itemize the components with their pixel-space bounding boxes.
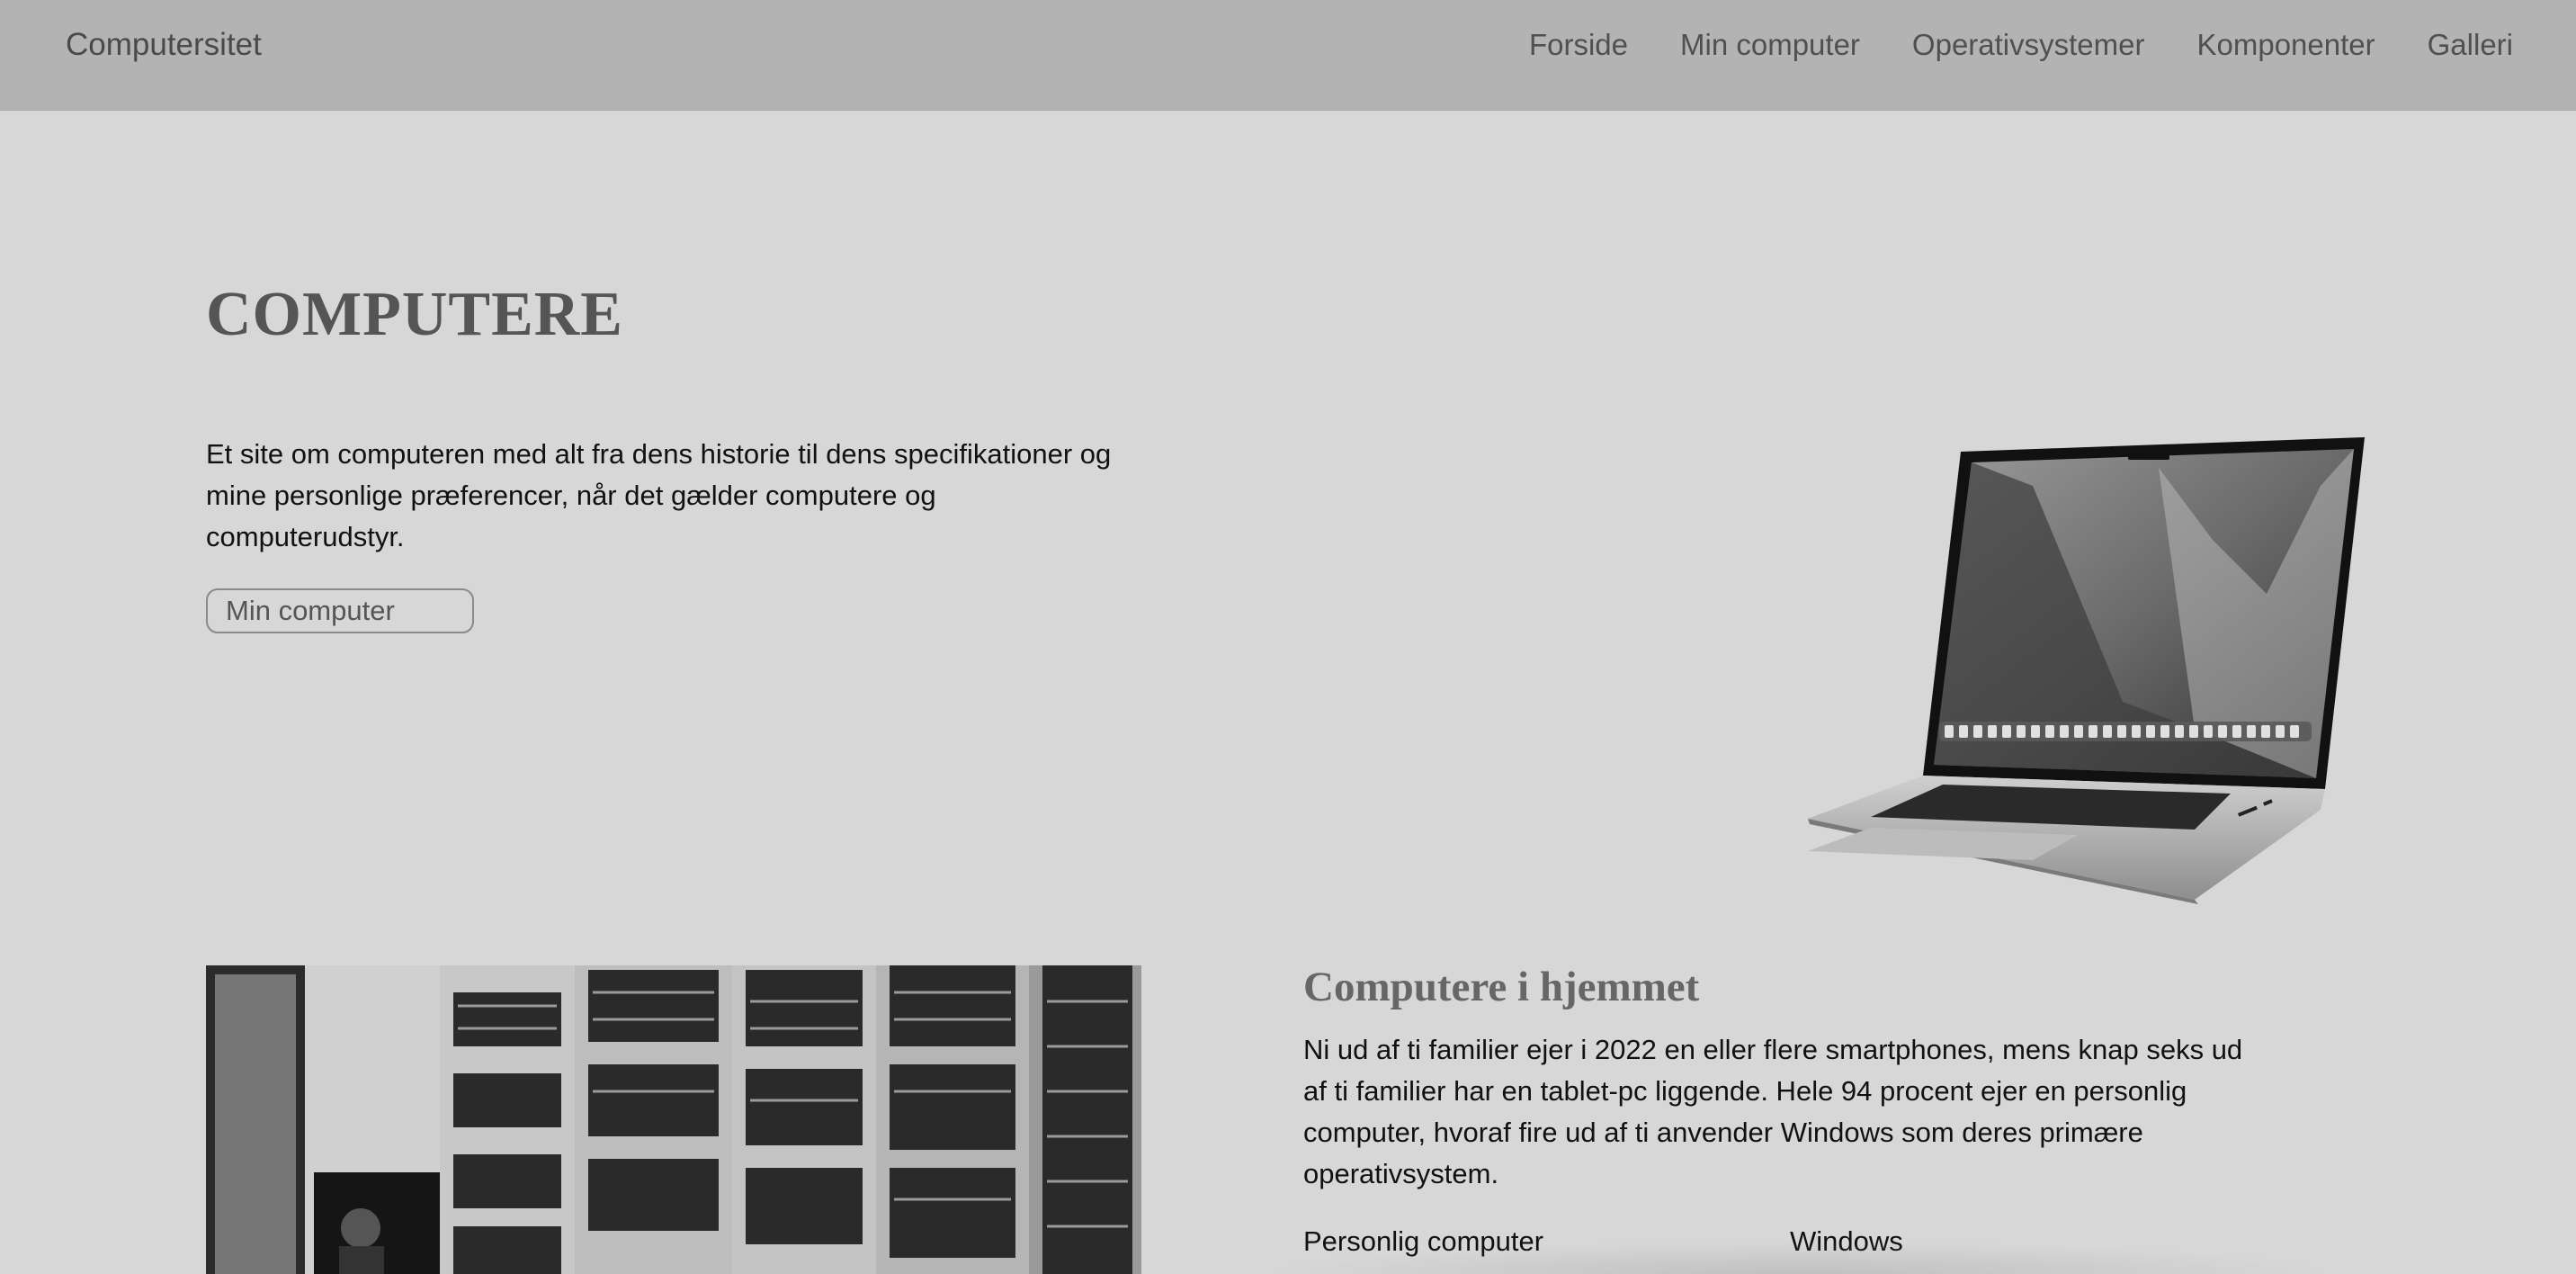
section-text: Ni ud af ti familier ejer i 2022 en elle…	[1303, 1034, 2243, 1189]
laptop-image	[1808, 437, 2365, 904]
section-title: Computere i hjemmet	[1303, 964, 1700, 1010]
nav-link-min-computer[interactable]: Min computer	[1680, 28, 1860, 62]
nav-link-komponenter[interactable]: Komponenter	[2197, 28, 2375, 62]
nav-link-forside[interactable]: Forside	[1529, 28, 1628, 62]
nav-link-operativsystemer[interactable]: Operativsystemer	[1912, 28, 2145, 62]
brand-link[interactable]: Computersitet	[66, 27, 262, 63]
nav-link-galleri[interactable]: Galleri	[2428, 28, 2513, 62]
navbar: Computersitet Forside Min computer Opera…	[0, 0, 2576, 111]
hero-title: COMPUTERE	[206, 280, 623, 349]
hero-text: Et site om computeren med alt fra dens h…	[206, 438, 1112, 552]
min-computer-button[interactable]: Min computer	[206, 588, 474, 633]
vintage-computer-room-photo	[206, 965, 1141, 1274]
nav-links: Forside Min computer Operativsystemer Ko…	[1529, 28, 2513, 62]
bottom-shadow	[1259, 1242, 2339, 1274]
